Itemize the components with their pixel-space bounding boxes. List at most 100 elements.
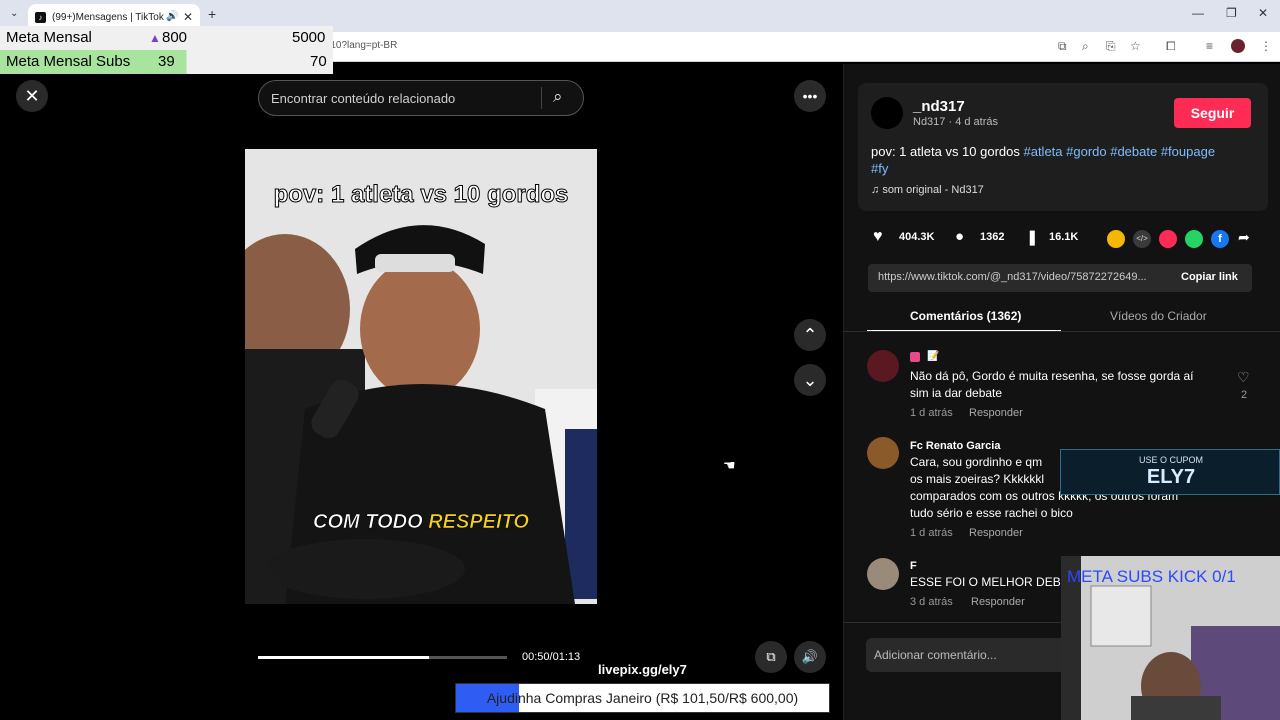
follow-button[interactable]: Seguir xyxy=(1174,98,1251,128)
subtitle-part-a: COM TODO xyxy=(313,511,429,534)
comment-text: Não dá pô, Gordo é muita resenha, se fos… xyxy=(910,369,1194,400)
close-player-button[interactable]: ✕ xyxy=(16,80,48,112)
profile-avatar[interactable] xyxy=(1231,39,1245,53)
tab-comments[interactable]: Comentários (1362) xyxy=(910,309,1021,323)
facebook-icon[interactable]: f xyxy=(1211,230,1229,248)
video-time: 00:50/01:13 xyxy=(522,651,581,663)
minimize-button[interactable]: — xyxy=(1192,6,1204,20)
comment-icon[interactable]: ● xyxy=(955,228,964,245)
comment-avatar[interactable] xyxy=(867,350,899,382)
note-icon: 📝 xyxy=(927,351,940,362)
comment-time: 1 d atrás xyxy=(910,407,953,419)
coupon-label: USE O CUPOM xyxy=(1138,455,1203,465)
translate-icon[interactable]: ⧉ xyxy=(1058,39,1067,54)
add-comment-field[interactable]: Adicionar comentário... xyxy=(866,638,1066,672)
comments-count: 1362 xyxy=(980,231,1005,243)
whatsapp-icon[interactable] xyxy=(1185,230,1203,248)
livepix-text: livepix.gg/ely7 xyxy=(598,662,687,677)
music-note-icon: ♫ xyxy=(871,184,883,196)
zoom-icon[interactable]: ⌕ xyxy=(1082,39,1089,54)
comment-time: 3 d atrás xyxy=(910,596,953,608)
search-divider xyxy=(541,87,542,109)
next-video-button[interactable]: ⌄ xyxy=(794,364,826,396)
donation-goal-bar: Ajudinha Compras Janeiro (R$ 101,50/R$ 6… xyxy=(455,683,830,713)
video-subtitle: COM TODO RESPEITO xyxy=(245,511,597,534)
tab-divider xyxy=(843,331,1280,332)
author-username[interactable]: _nd317 xyxy=(913,98,965,115)
install-icon[interactable]: ⎘ xyxy=(1106,39,1116,54)
hand-cursor-icon: ☚ xyxy=(723,457,736,473)
comment-time: 1 d atrás xyxy=(910,527,953,539)
reply-button[interactable]: Responder xyxy=(969,407,1023,419)
share-arrow-icon[interactable]: ➦ xyxy=(1238,229,1250,246)
coupon-code: ELY7 xyxy=(1146,466,1196,488)
video-title-caption: pov: 1 atleta vs 10 gordos xyxy=(273,181,569,209)
menu-icon[interactable]: ⋮ xyxy=(1260,39,1272,53)
comment-author[interactable]: Fc Renato Garcia xyxy=(910,440,1000,452)
link-box: https://www.tiktok.com/@_nd317/video/758… xyxy=(868,264,1252,292)
music-line[interactable]: ♫ som original - Nd317 xyxy=(871,184,984,196)
tiktok-icon: ♪ xyxy=(35,12,46,23)
pip-button[interactable]: ⧉ xyxy=(755,641,787,673)
webcam-overlay: META SUBS KICK 0/1 xyxy=(1061,556,1280,720)
author-avatar[interactable] xyxy=(871,97,903,129)
search-icon[interactable]: ⌕ xyxy=(553,87,563,107)
hashtag-fy[interactable]: #fy xyxy=(871,161,888,176)
kick-icon: ▲ xyxy=(149,31,161,45)
bookmark-icon[interactable]: ❚ xyxy=(1026,228,1039,246)
close-window-button[interactable]: ✕ xyxy=(1258,6,1268,20)
comment-avatar[interactable] xyxy=(867,558,899,590)
meta-mensal-goal: 5000 xyxy=(292,29,326,46)
volume-button[interactable]: 🔊 xyxy=(794,641,826,673)
add-comment-placeholder: Adicionar comentário... xyxy=(874,648,997,662)
tab-creator-videos[interactable]: Vídeos do Criador xyxy=(1110,309,1207,323)
saves-count: 16.1K xyxy=(1049,231,1079,243)
maximize-button[interactable]: ❐ xyxy=(1226,6,1237,20)
repost-icon[interactable] xyxy=(1107,230,1125,248)
tab-title: (99+)Mensagens | TikTok xyxy=(52,12,164,23)
comment-like-count: 2 xyxy=(1241,389,1248,401)
send-icon[interactable] xyxy=(1159,230,1177,248)
bookmark-star-icon[interactable]: ☆ xyxy=(1130,39,1141,53)
comment-avatar[interactable] xyxy=(867,437,899,469)
media-control-icon[interactable]: ≡ xyxy=(1206,39,1213,53)
video-progress-fill xyxy=(258,656,429,659)
video-link[interactable]: https://www.tiktok.com/@_nd317/video/758… xyxy=(878,271,1147,283)
meta-subs-label: Meta Mensal Subs xyxy=(6,53,131,70)
description-text: pov: 1 atleta vs 10 gordos xyxy=(871,144,1024,159)
music-title: som original - Nd317 xyxy=(882,184,984,196)
heart-icon[interactable]: ♥ xyxy=(873,228,883,246)
extensions-icon[interactable]: ⧠ xyxy=(1166,39,1176,54)
author-subline: Nd317 · 4 d atrás xyxy=(913,116,998,128)
comment-author[interactable]: F xyxy=(910,560,917,572)
related-search-box[interactable]: Encontrar conteúdo relacionado ⌕ xyxy=(258,80,584,116)
video-scene xyxy=(245,149,597,604)
subtitle-part-b: RESPEITO xyxy=(428,511,529,534)
embed-icon[interactable]: </> xyxy=(1133,230,1151,248)
meta-subs-goal: 70 xyxy=(310,53,327,70)
comment-text: ESSE FOI O MELHOR DEB xyxy=(910,575,1061,589)
search-input[interactable]: Encontrar conteúdo relacionado xyxy=(271,91,455,106)
reply-button[interactable]: Responder xyxy=(969,527,1023,539)
meta-mensal-bar: Meta Mensal ▲ 800 5000 xyxy=(0,26,333,50)
new-tab-button[interactable]: + xyxy=(208,6,216,22)
reply-button[interactable]: Responder xyxy=(971,596,1025,608)
comment-like-icon[interactable]: ♡ xyxy=(1237,369,1250,386)
hashtags[interactable]: #atleta #gordo #debate #foupage xyxy=(1023,144,1215,159)
coupon-overlay: USE O CUPOM ELY7 xyxy=(1060,449,1280,495)
video-frame[interactable]: pov: 1 atleta vs 10 gordos COM TODO RESP… xyxy=(245,149,597,604)
close-tab-icon[interactable]: ✕ xyxy=(183,10,193,24)
post-description: pov: 1 atleta vs 10 gordos #atleta #gord… xyxy=(871,143,1261,177)
donation-text: Ajudinha Compras Janeiro (R$ 101,50/R$ 6… xyxy=(486,690,799,706)
more-options-button[interactable]: ••• xyxy=(794,80,826,112)
video-progress-bar[interactable] xyxy=(258,656,507,659)
speaker-icon[interactable]: 🔊 xyxy=(166,11,178,22)
tab-search-icon[interactable]: ⌄ xyxy=(10,8,18,19)
previous-video-button[interactable]: ⌃ xyxy=(794,319,826,351)
meta-mensal-label: Meta Mensal xyxy=(6,29,92,46)
copy-link-button[interactable]: Copiar link xyxy=(1181,271,1238,283)
meta-subs-bar: Meta Mensal Subs 39 70 xyxy=(0,50,333,74)
meta-subs-current: 39 xyxy=(158,53,175,70)
meta-mensal-current: 800 xyxy=(162,29,188,46)
badge-icon xyxy=(910,352,920,362)
